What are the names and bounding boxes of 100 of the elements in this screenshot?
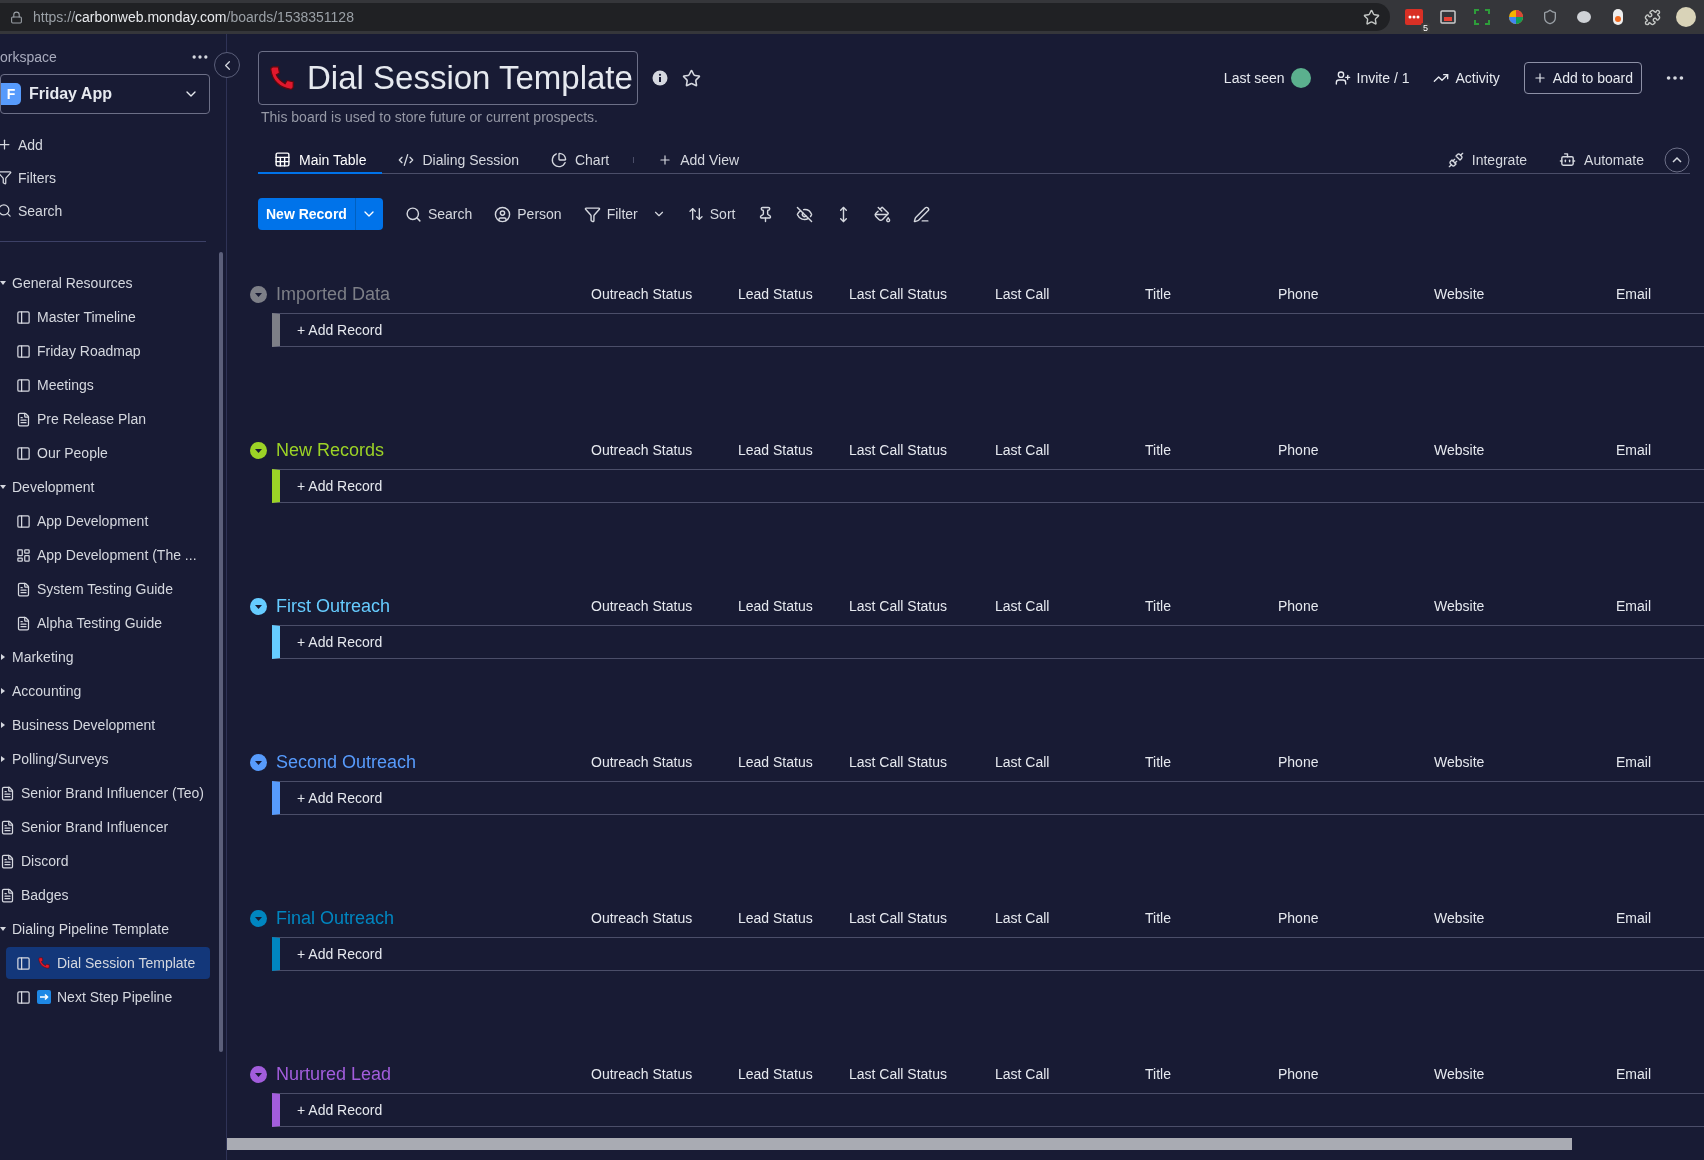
group-title[interactable]: Nurtured Lead [276, 1063, 392, 1085]
sidebar-item[interactable]: Friday Roadmap [6, 335, 210, 367]
column-header: Lead Status [738, 910, 814, 926]
sidebar-item[interactable]: Senior Brand Influencer (Teo) [0, 777, 210, 809]
add-record-button[interactable]: + Add Record [297, 322, 383, 338]
sidebar-item[interactable]: Next Step Pipeline [6, 981, 210, 1013]
add-record-button[interactable]: + Add Record [297, 790, 383, 806]
info-icon[interactable] [651, 70, 668, 86]
sidebar-action[interactable]: Search [0, 194, 226, 227]
group-title[interactable]: New Records [276, 439, 385, 461]
group-toggle-icon[interactable] [250, 753, 267, 771]
group-title[interactable]: Imported Data [276, 283, 391, 305]
integrate-button[interactable]: Integrate [1431, 147, 1544, 174]
toolbar-icon-button[interactable] [874, 205, 892, 223]
sidebar-item[interactable]: Pre Release Plan [6, 403, 210, 435]
group-toggle-icon[interactable] [250, 1065, 267, 1083]
sidebar-item[interactable]: App Development [6, 505, 210, 537]
caret-right-icon[interactable] [0, 756, 6, 762]
view-tab[interactable]: Dialing Session [382, 147, 535, 174]
column-header: Phone [1278, 286, 1320, 302]
folder-item[interactable]: Marketing [0, 641, 210, 673]
bookmark-star-icon[interactable] [1363, 8, 1380, 26]
add-view-tab[interactable]: Add View [642, 147, 756, 174]
caret-right-icon[interactable] [0, 688, 6, 694]
arrow-icon [37, 990, 51, 1004]
board-title[interactable]: Dial Session Template [258, 51, 638, 105]
sidebar-item[interactable]: Alpha Testing Guide [6, 607, 210, 639]
toolbar-button[interactable]: Search [404, 205, 473, 223]
sidebar-item[interactable]: Badges [0, 879, 210, 911]
folder-item[interactable]: Accounting [0, 675, 210, 707]
add-record-row[interactable]: + Add Record [272, 469, 1704, 503]
caret-right-icon[interactable] [0, 654, 6, 660]
toolbar-button[interactable]: Person [494, 205, 562, 223]
sidebar-item[interactable]: App Development (The ... [6, 539, 210, 571]
address-bar[interactable]: https://carbonweb.monday.com/boards/1538351128 [0, 3, 1390, 31]
extension-icon[interactable] [1440, 10, 1456, 24]
folder-item[interactable]: Dialing Pipeline Template [0, 913, 210, 945]
plus-icon [1532, 71, 1547, 85]
toolbar-icon-button[interactable] [913, 205, 931, 223]
add-record-button[interactable]: + Add Record [297, 478, 383, 494]
collapse-sidebar-button[interactable] [214, 52, 240, 78]
sidebar-action[interactable]: Filters [0, 161, 226, 194]
group-toggle-icon[interactable] [250, 597, 267, 615]
toolbar-button[interactable]: Sort [687, 206, 736, 222]
add-to-board-button[interactable]: Add to board [1523, 62, 1642, 94]
caret-down-icon[interactable] [0, 280, 6, 286]
sidebar-item[interactable]: Master Timeline [6, 301, 210, 333]
group-toggle-icon[interactable] [250, 909, 267, 927]
sidebar-item[interactable]: Discord [0, 845, 210, 877]
scrollbar[interactable] [227, 1138, 1572, 1150]
column-header: Phone [1278, 1066, 1320, 1082]
view-tab[interactable]: Chart [534, 147, 626, 174]
sidebar-item[interactable]: Senior Brand Influencer [0, 811, 210, 843]
profile-avatar[interactable] [1676, 6, 1696, 28]
extension-icon[interactable] [1576, 10, 1592, 24]
group-title[interactable]: First Outreach [276, 595, 391, 617]
scrollbar[interactable] [219, 252, 223, 1052]
folder-item[interactable]: General Resources [0, 267, 210, 299]
sidebar-action[interactable]: Add [0, 128, 226, 161]
group-title[interactable]: Final Outreach [276, 907, 395, 929]
sidebar-item[interactable]: System Testing Guide [6, 573, 210, 605]
add-record-button[interactable]: + Add Record [297, 1102, 383, 1118]
extension-icon[interactable] [1405, 9, 1423, 25]
star-icon[interactable] [681, 68, 701, 88]
add-record-row[interactable]: + Add Record [272, 625, 1704, 659]
add-record-row[interactable]: + Add Record [272, 1093, 1704, 1127]
color-wheel-icon[interactable] [1508, 9, 1524, 25]
folder-item[interactable]: Development [0, 471, 210, 503]
add-record-button[interactable]: + Add Record [297, 946, 383, 962]
add-record-row[interactable]: + Add Record [272, 313, 1704, 347]
folder-item[interactable]: Polling/Surveys [0, 743, 210, 775]
add-record-row[interactable]: + Add Record [272, 937, 1704, 971]
toolbar-icon-button[interactable] [796, 205, 814, 223]
add-record-button[interactable]: + Add Record [297, 634, 383, 650]
activity-button[interactable]: Activity [1433, 70, 1500, 86]
sidebar-item[interactable]: Meetings [6, 369, 210, 401]
collapse-header-icon[interactable] [1664, 147, 1690, 173]
caret-down-icon[interactable] [0, 484, 6, 490]
group-title[interactable]: Second Outreach [276, 751, 417, 773]
shield-icon[interactable] [1542, 9, 1558, 25]
caret-down-icon[interactable] [0, 926, 6, 932]
automate-button[interactable]: Automate [1543, 147, 1660, 174]
column-header: Outreach Status [591, 286, 694, 302]
column-header: Email [1616, 1066, 1652, 1082]
invite-button[interactable]: Invite / 1 [1334, 70, 1410, 86]
workspace-selector[interactable]: F Friday App [0, 74, 210, 114]
view-tab[interactable]: Main Table [258, 147, 383, 174]
group-toggle-icon[interactable] [250, 285, 267, 303]
extension-icon[interactable] [1613, 9, 1623, 25]
paint-bucket-icon [874, 205, 892, 223]
group-toggle-icon[interactable] [250, 441, 267, 459]
caret-right-icon[interactable] [0, 722, 6, 728]
toolbar-button[interactable]: Filter [583, 205, 666, 223]
pen-icon [913, 205, 931, 223]
sidebar-item[interactable]: Dial Session Template [6, 947, 210, 979]
last-seen-button[interactable]: Last seen [1223, 68, 1311, 88]
sidebar-item[interactable]: Our People [6, 437, 210, 469]
extensions-icon[interactable] [1643, 8, 1661, 26]
add-record-row[interactable]: + Add Record [272, 781, 1704, 815]
folder-item[interactable]: Business Development [0, 709, 210, 741]
